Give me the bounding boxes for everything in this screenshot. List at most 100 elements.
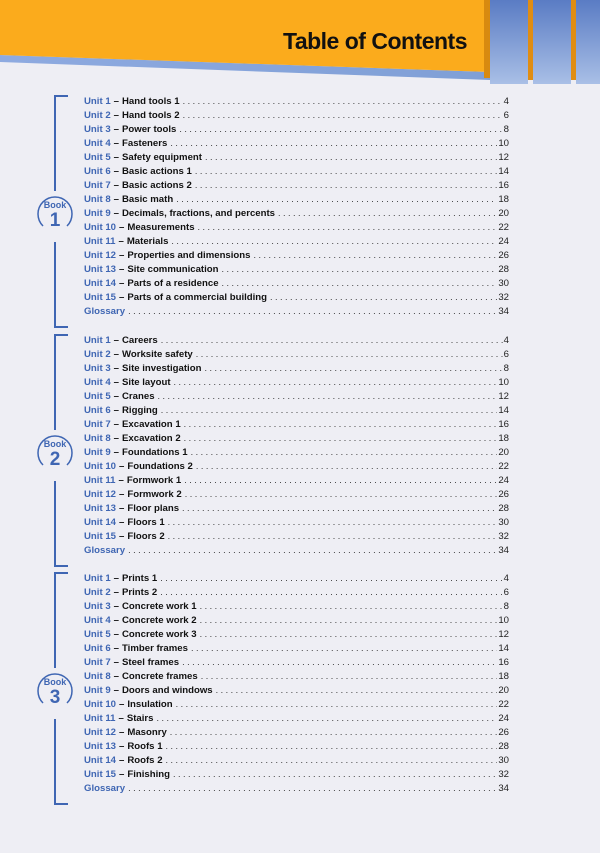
toc-entry[interactable]: Unit 7 – Steel frames 16 [84,655,509,669]
unit-label: Unit 4 [84,138,111,149]
dash-separator: – [119,489,125,500]
unit-label: Unit 6 [84,166,111,177]
unit-label: Unit 1 [84,573,111,584]
dash-separator: – [113,447,119,458]
dash-separator: – [119,741,125,752]
unit-label: Unit 5 [84,391,111,402]
dot-leader [222,276,498,290]
toc-entry[interactable]: Unit 13 – Roofs 1 28 [84,739,509,753]
toc-entry[interactable]: Unit 6 – Timber frames 14 [84,641,509,655]
dot-leader [183,108,503,122]
unit-label: Unit 1 [84,96,111,107]
toc-entry[interactable]: Unit 1 – Hand tools 1 4 [84,94,509,108]
toc-entry[interactable]: Unit 6 – Rigging 14 [84,403,509,417]
toc-entry[interactable]: Unit 13 – Floor plans 28 [84,501,509,515]
toc-entry[interactable]: Unit 9 – Foundations 1 20 [84,445,509,459]
toc-entry[interactable]: Unit 10 – Measurements 22 [84,220,509,234]
dot-leader [205,150,497,164]
toc-entry[interactable]: Unit 11 – Stairs 24 [84,711,509,725]
toc-entry[interactable]: Unit 12 – Masonry 26 [84,725,509,739]
dot-leader [168,529,498,543]
glossary-entry[interactable]: Glossary 34 [84,304,509,318]
book-number: 2 [49,449,61,470]
unit-title: Parts of a commercial building [127,292,268,303]
dash-separator: – [113,587,119,598]
page-number: 20 [498,447,509,458]
page-number: 28 [498,503,509,514]
toc-entry[interactable]: Unit 7 – Basic actions 2 16 [84,178,509,192]
unit-title: Floors 1 [127,517,165,528]
unit-title: Decimals, fractions, and percents [122,208,276,219]
bracket-top [54,334,68,430]
unit-title: Formwork 1 [126,475,182,486]
dash-separator: – [113,124,119,135]
toc-entry[interactable]: Unit 10 – Insulation 22 [84,697,509,711]
toc-entry[interactable]: Unit 11 – Materials 24 [84,234,509,248]
toc-entry[interactable]: Unit 8 – Concrete frames 18 [84,669,509,683]
unit-label: Unit 15 [84,531,116,542]
dash-separator: – [113,671,119,682]
bracket-bottom [54,242,68,328]
toc-entry[interactable]: Unit 15 – Floors 2 32 [84,529,509,543]
toc-entry[interactable]: Unit 11 – Formwork 1 24 [84,473,509,487]
unit-label: Unit 2 [84,587,111,598]
toc-entry[interactable]: Unit 3 – Power tools 8 [84,122,509,136]
dot-leader [195,164,497,178]
page-number: 34 [498,545,509,556]
toc-entry[interactable]: Unit 7 – Excavation 1 16 [84,417,509,431]
dash-separator: – [113,629,119,640]
toc-entry[interactable]: Unit 14 – Roofs 2 30 [84,753,509,767]
page-number: 32 [498,531,509,542]
dot-leader [195,178,497,192]
toc-entry[interactable]: Unit 2 – Prints 2 6 [84,585,509,599]
glossary-entry[interactable]: Glossary 34 [84,781,509,795]
toc-entry[interactable]: Unit 5 – Cranes 12 [84,389,509,403]
unit-title: Power tools [122,124,177,135]
page-number: 6 [503,349,509,360]
toc-entry[interactable]: Unit 1 – Careers 4 [84,333,509,347]
toc-entry[interactable]: Unit 3 – Site investigation 8 [84,361,509,375]
page-number: 8 [503,363,509,374]
unit-title: Rigging [122,405,158,416]
toc-entry[interactable]: Unit 13 – Site communication 28 [84,262,509,276]
entry-list: Unit 1 – Hand tools 1 4 Unit 2 – Hand to… [84,94,509,318]
toc-entry[interactable]: Unit 12 – Formwork 2 26 [84,487,509,501]
toc-entry[interactable]: Unit 15 – Finishing 32 [84,767,509,781]
page-number: 4 [503,96,509,107]
toc-entry[interactable]: Unit 3 – Concrete work 1 8 [84,599,509,613]
unit-label: Unit 3 [84,363,111,374]
toc-entry[interactable]: Unit 5 – Concrete work 3 12 [84,627,509,641]
page-number: 22 [498,461,509,472]
toc-entry[interactable]: Unit 2 – Worksite safety 6 [84,347,509,361]
toc-entry[interactable]: Unit 2 – Hand tools 2 6 [84,108,509,122]
unit-title: Excavation 2 [122,433,181,444]
dot-leader [201,669,498,683]
toc-entry[interactable]: Unit 5 – Safety equipment 12 [84,150,509,164]
dot-leader [278,206,497,220]
toc-entry[interactable]: Unit 14 – Floors 1 30 [84,515,509,529]
toc-entry[interactable]: Unit 12 – Properties and dimensions 26 [84,248,509,262]
dot-leader [191,445,498,459]
toc-entry[interactable]: Unit 6 – Basic actions 1 14 [84,164,509,178]
toc-entry[interactable]: Unit 4 – Concrete work 2 10 [84,613,509,627]
toc-entry[interactable]: Unit 8 – Basic math 18 [84,192,509,206]
toc-entry[interactable]: Unit 8 – Excavation 2 18 [84,431,509,445]
toc-entry[interactable]: Unit 9 – Decimals, fractions, and percen… [84,206,509,220]
unit-title: Insulation [127,699,173,710]
page-number: 14 [498,405,509,416]
dot-leader [128,543,497,557]
dash-separator: – [118,236,124,247]
dash-separator: – [119,517,125,528]
unit-label: Unit 2 [84,349,111,360]
toc-entry[interactable]: Unit 4 – Fasteners 10 [84,136,509,150]
toc-entry[interactable]: Unit 1 – Prints 1 4 [84,571,509,585]
toc-entry[interactable]: Unit 9 – Doors and windows 20 [84,683,509,697]
toc-entry[interactable]: Unit 10 – Foundations 2 22 [84,459,509,473]
toc-entry[interactable]: Unit 14 – Parts of a residence 30 [84,276,509,290]
dot-leader [200,627,498,641]
toc-entry[interactable]: Unit 15 – Parts of a commercial building… [84,290,509,304]
unit-title: Prints 1 [122,573,158,584]
glossary-entry[interactable]: Glossary 34 [84,543,509,557]
unit-title: Materials [126,236,169,247]
toc-entry[interactable]: Unit 4 – Site layout 10 [84,375,509,389]
